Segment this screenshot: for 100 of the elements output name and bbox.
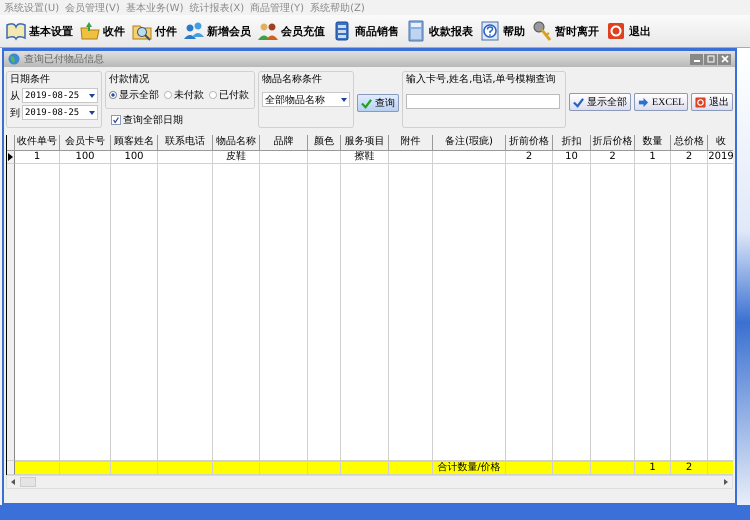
date-picker[interactable]: 2019-08-25 xyxy=(22,88,98,103)
dropdown-caret-icon[interactable] xyxy=(89,110,95,114)
table-cell: 100 xyxy=(60,151,111,164)
column-header[interactable]: 收件单号 xyxy=(15,135,60,151)
checkbox-label[interactable]: 查询全部日期 xyxy=(123,113,183,127)
table-cell: 2019 xyxy=(708,151,733,164)
column-header[interactable]: 品牌 xyxy=(260,135,308,151)
total-cell xyxy=(60,461,111,475)
arrow-icon xyxy=(638,96,649,108)
total-cell xyxy=(341,461,389,475)
group-title: 日期条件 xyxy=(10,73,51,86)
column-header[interactable]: 服务项目 xyxy=(341,135,389,151)
table-cell: 2 xyxy=(506,151,553,164)
maximize-button[interactable] xyxy=(704,54,717,64)
group-title: 付款情况 xyxy=(109,73,150,86)
column-header[interactable]: 物品名称 xyxy=(213,135,260,151)
scroll-right-icon[interactable] xyxy=(722,478,730,486)
column-header[interactable]: 折前价格 xyxy=(506,135,553,151)
field-label: 到 xyxy=(10,106,20,120)
people-icon xyxy=(183,20,205,42)
check-icon xyxy=(573,96,584,108)
column-header[interactable]: 联系电话 xyxy=(158,135,213,151)
column-header[interactable]: 附件 xyxy=(389,135,433,151)
column-header[interactable]: 折后价格 xyxy=(591,135,635,151)
total-cell xyxy=(308,461,341,475)
folder-icon xyxy=(79,20,101,42)
check-icon xyxy=(361,98,372,108)
total-cell xyxy=(213,461,260,475)
toolbar-button[interactable]: 付件 xyxy=(128,18,180,44)
maximize-icon xyxy=(706,55,716,63)
toolbar-button[interactable]: 退出 xyxy=(602,18,654,44)
column-header[interactable]: 总价格 xyxy=(671,135,708,151)
table-cell xyxy=(389,151,433,164)
group-title: 物品名称条件 xyxy=(262,73,323,86)
total-cell xyxy=(708,461,733,475)
item-name-dropdown[interactable]: 全部物品名称 xyxy=(262,92,350,107)
total-cell xyxy=(158,461,213,475)
table-cell: 100 xyxy=(111,151,158,164)
close-button[interactable] xyxy=(718,54,731,64)
action-button[interactable]: 显示全部 xyxy=(569,93,631,111)
query-button[interactable]: 查询 xyxy=(357,94,399,112)
minimize-button[interactable] xyxy=(690,54,703,64)
scrollbar-thumb[interactable] xyxy=(20,477,36,487)
field-label: 从 xyxy=(10,90,20,102)
row-header xyxy=(7,135,15,151)
total-cell xyxy=(15,461,60,475)
column-header[interactable]: 收 xyxy=(708,135,733,151)
radio-button[interactable] xyxy=(164,91,172,99)
radio-button[interactable] xyxy=(109,91,117,99)
close-icon xyxy=(720,55,730,63)
toolbar-button[interactable]: 收件 xyxy=(76,18,128,44)
help-icon xyxy=(479,20,501,42)
total-cell xyxy=(553,461,591,475)
column-header[interactable]: 折扣 xyxy=(553,135,591,151)
total-cell: 2 xyxy=(671,461,708,475)
column-header[interactable]: 顾客姓名 xyxy=(111,135,158,151)
table-cell: 1 xyxy=(15,151,60,164)
toolbar-button[interactable]: 会员充值 xyxy=(254,18,328,44)
column-header[interactable]: 数量 xyxy=(635,135,671,151)
toolbar-button[interactable]: 商品销售 xyxy=(328,18,402,44)
radio-label[interactable]: 未付款 xyxy=(174,88,204,102)
dropdown-caret-icon[interactable] xyxy=(89,94,95,98)
total-cell xyxy=(506,461,553,475)
table-cell xyxy=(308,151,341,164)
table-cell: 2 xyxy=(591,151,635,164)
radio-label[interactable]: 已付款 xyxy=(219,88,249,102)
total-cell xyxy=(591,461,635,475)
column-header[interactable]: 备注(瑕疵) xyxy=(433,135,506,151)
window-title: 查询已付物品信息 xyxy=(24,52,105,66)
radio-label[interactable]: 显示全部 xyxy=(119,88,159,102)
power-icon xyxy=(605,20,627,42)
book-icon xyxy=(5,20,27,42)
table-cell: 1 xyxy=(635,151,671,164)
total-cell xyxy=(111,461,158,475)
scroll-left-icon[interactable] xyxy=(9,478,17,486)
dropdown-caret-icon[interactable] xyxy=(341,98,347,102)
action-button[interactable]: EXCEL xyxy=(634,93,688,111)
toolbar-button[interactable]: 新增会员 xyxy=(180,18,254,44)
search-field[interactable] xyxy=(406,94,560,109)
toolbar-button[interactable]: 帮助 xyxy=(476,18,528,44)
globe-icon xyxy=(8,53,20,65)
group-title: 输入卡号,姓名,电话,单号模糊查询 xyxy=(406,73,557,86)
table-cell xyxy=(158,151,213,164)
checkbox[interactable] xyxy=(111,115,121,125)
horizontal-scrollbar[interactable] xyxy=(6,475,733,489)
action-button[interactable]: 退出 xyxy=(691,93,734,111)
table-cell: 2 xyxy=(671,151,708,164)
radio-button[interactable] xyxy=(209,91,217,99)
key-icon xyxy=(531,20,553,42)
table-cell: 皮鞋 xyxy=(213,151,260,164)
table-cell xyxy=(260,151,308,164)
column-header[interactable]: 会员卡号 xyxy=(60,135,111,151)
toolbar-button[interactable]: 收款报表 xyxy=(402,18,476,44)
toolbar-button[interactable]: 基本设置 xyxy=(2,18,76,44)
power-icon xyxy=(695,96,706,108)
toolbar-button[interactable]: 暂时离开 xyxy=(528,18,602,44)
total-cell: 合计数量/价格 xyxy=(433,461,506,475)
column-header[interactable]: 颜色 xyxy=(308,135,341,151)
date-picker[interactable]: 2019-08-25 xyxy=(22,105,98,120)
table-cell: 10 xyxy=(553,151,591,164)
